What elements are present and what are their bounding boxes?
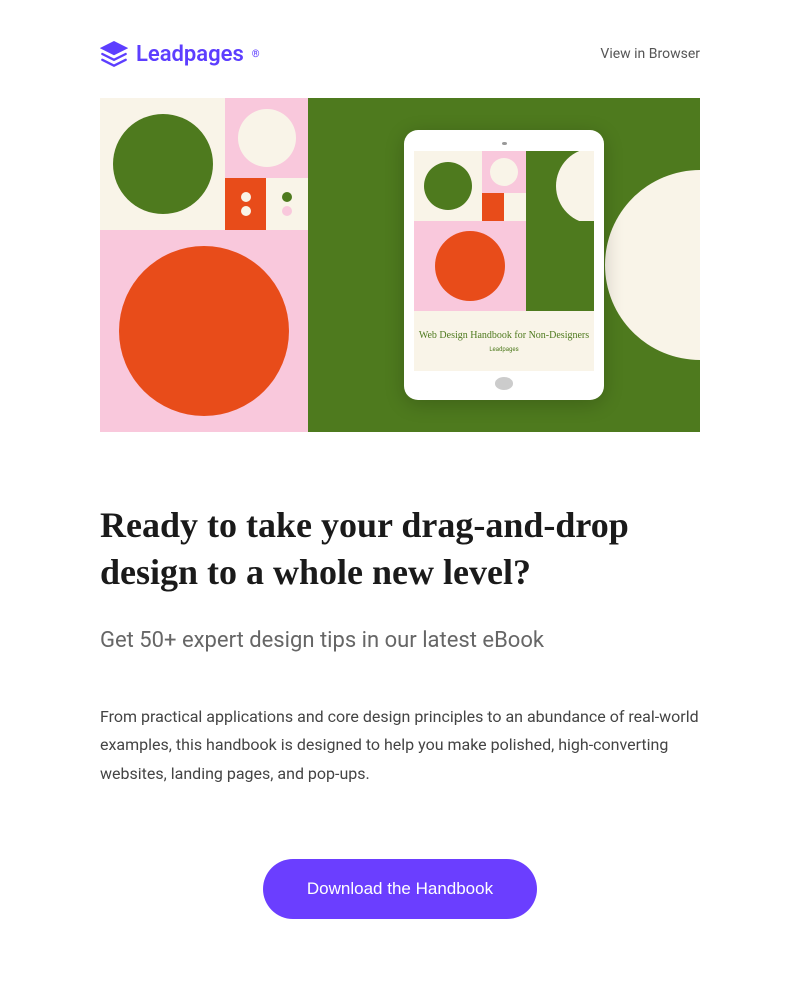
tile-orange-small bbox=[225, 178, 266, 230]
content-section: Ready to take your drag-and-drop design … bbox=[0, 432, 800, 959]
tile-cream bbox=[100, 98, 225, 230]
headline: Ready to take your drag-and-drop design … bbox=[100, 502, 700, 596]
circle bbox=[490, 158, 518, 186]
tile bbox=[414, 221, 526, 311]
registered-mark: ® bbox=[252, 49, 260, 60]
tablet-screen-bottom: Web Design Handbook for Non-Designers Le… bbox=[414, 311, 594, 371]
half-circle bbox=[605, 170, 700, 360]
tablet-home-button bbox=[495, 377, 513, 390]
tablet-camera bbox=[502, 142, 507, 145]
hero-top-right-col bbox=[225, 98, 308, 230]
tablet-device: Web Design Handbook for Non-Designers Le… bbox=[404, 130, 604, 400]
tile bbox=[504, 193, 526, 221]
hero-bottom-tile bbox=[100, 230, 308, 432]
hero-top-row bbox=[100, 98, 308, 230]
view-in-browser-link[interactable]: View in Browser bbox=[600, 46, 700, 62]
tile bbox=[482, 193, 504, 221]
tile bbox=[526, 221, 594, 311]
tile bbox=[414, 151, 482, 221]
hero-right-panel: Web Design Handbook for Non-Designers Le… bbox=[308, 98, 700, 432]
tile bbox=[482, 151, 526, 193]
hero-tiny-row bbox=[225, 178, 308, 230]
circle bbox=[435, 231, 505, 301]
tile-cream-small bbox=[266, 178, 308, 230]
hero-graphic: Web Design Handbook for Non-Designers Le… bbox=[100, 98, 700, 432]
dot-green bbox=[282, 192, 292, 202]
dot-pink bbox=[282, 206, 292, 216]
circle bbox=[424, 162, 472, 210]
cta-container: Download the Handbook bbox=[100, 859, 700, 919]
tablet-screen: Web Design Handbook for Non-Designers Le… bbox=[414, 151, 594, 371]
body-text: From practical applications and core des… bbox=[100, 703, 700, 789]
subheadline: Get 50+ expert design tips in our latest… bbox=[100, 628, 700, 653]
tablet-title: Web Design Handbook for Non-Designers bbox=[419, 329, 589, 342]
logo-text: Leadpages bbox=[136, 42, 244, 67]
tile bbox=[526, 151, 594, 221]
header: Leadpages ® View in Browser bbox=[0, 0, 800, 98]
download-button[interactable]: Download the Handbook bbox=[263, 859, 537, 919]
tile-pink bbox=[225, 98, 308, 178]
circle-cream bbox=[238, 109, 296, 167]
stack-icon bbox=[100, 40, 128, 68]
logo[interactable]: Leadpages ® bbox=[100, 40, 260, 68]
tile-col bbox=[482, 151, 526, 221]
circle-green bbox=[113, 114, 213, 214]
dot-cream bbox=[241, 206, 251, 216]
half-circle bbox=[556, 151, 594, 221]
tablet-brand: Leadpages bbox=[489, 346, 518, 353]
dot-cream bbox=[241, 192, 251, 202]
tile-row bbox=[482, 193, 526, 221]
tablet-screen-top bbox=[414, 151, 594, 221]
circle-orange bbox=[119, 246, 289, 416]
hero-left-panel bbox=[100, 98, 308, 432]
tablet-screen-mid bbox=[414, 221, 594, 311]
